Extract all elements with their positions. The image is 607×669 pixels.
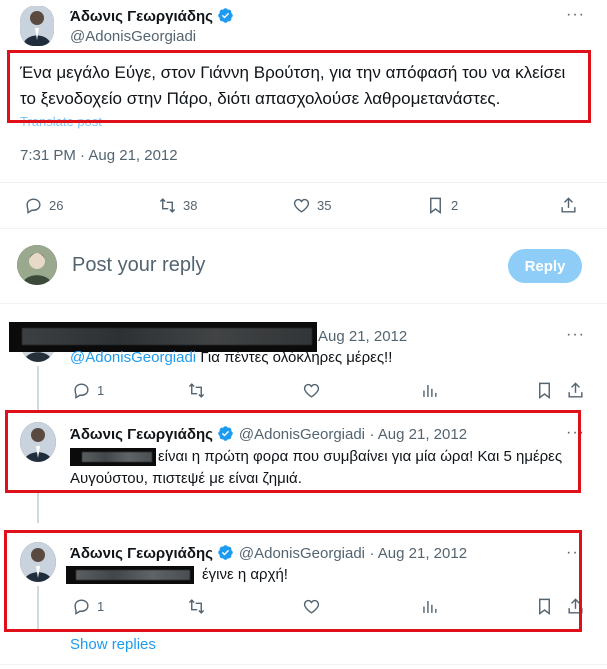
reply-icon bbox=[26, 198, 41, 214]
main-tweet-text: Ένα μεγάλο Εύγε, στον Γιάννη Βρούτση, γι… bbox=[20, 63, 566, 108]
main-author-name[interactable]: Άδωνις Γεωργιάδης bbox=[70, 8, 213, 25]
repost-count: 38 bbox=[183, 198, 198, 213]
reply1-date[interactable]: Aug 21, 2012 bbox=[318, 328, 407, 345]
reply2-text-line2: Αυγούστου, πιστεψέ με είναι ζημιά. bbox=[70, 470, 302, 487]
share-icon bbox=[568, 598, 583, 614]
thread-line bbox=[37, 366, 39, 410]
reply3-reply-count: 1 bbox=[97, 599, 105, 614]
reply3-date[interactable]: · Aug 21, 2012 bbox=[369, 545, 467, 562]
more-icon[interactable]: ··· bbox=[566, 544, 585, 562]
reply1-reply-action[interactable]: 1 bbox=[72, 381, 104, 400]
composer-avatar bbox=[17, 245, 57, 285]
reply2-author-name[interactable]: Άδωνις Γεωργιάδης bbox=[70, 426, 213, 443]
bookmark-icon bbox=[430, 197, 441, 215]
reply3-text: έγινε η αρχή! bbox=[202, 566, 288, 583]
share-action[interactable] bbox=[559, 196, 578, 215]
reply1-share-action[interactable] bbox=[566, 381, 585, 400]
divider bbox=[0, 303, 607, 304]
reply1-views-action[interactable] bbox=[420, 381, 439, 400]
redacted-name-blur bbox=[22, 328, 312, 345]
more-icon[interactable]: ··· bbox=[566, 6, 585, 24]
redacted-mention-blur bbox=[82, 452, 152, 462]
thread-line bbox=[37, 493, 39, 523]
share-icon bbox=[568, 382, 583, 398]
like-icon bbox=[303, 383, 320, 398]
main-tweet-timestamp[interactable]: 7:31 PM · Aug 21, 2012 bbox=[20, 147, 178, 164]
reply1-repost-action[interactable] bbox=[187, 381, 206, 400]
reply-button[interactable]: Reply bbox=[508, 249, 582, 283]
bookmark-icon bbox=[539, 382, 550, 400]
reply3-avatar[interactable] bbox=[20, 542, 56, 582]
bookmark-action[interactable]: 2 bbox=[426, 196, 458, 215]
share-icon bbox=[561, 197, 576, 213]
verified-badge-icon bbox=[217, 544, 234, 561]
like-icon bbox=[293, 198, 310, 213]
main-author-avatar[interactable] bbox=[20, 6, 54, 46]
verified-badge-icon bbox=[217, 7, 234, 24]
reply2-date[interactable]: · Aug 21, 2012 bbox=[369, 426, 467, 443]
repost-icon bbox=[159, 198, 176, 213]
reply2-avatar[interactable] bbox=[20, 422, 56, 462]
reply3-author-name[interactable]: Άδωνις Γεωργιάδης bbox=[70, 545, 213, 562]
bookmark-count: 2 bbox=[451, 198, 459, 213]
reply-icon bbox=[74, 383, 89, 399]
divider bbox=[0, 182, 607, 183]
reply3-like-action[interactable] bbox=[302, 597, 321, 616]
reply3-reply-action[interactable]: 1 bbox=[72, 597, 104, 616]
reply2-author-handle[interactable]: @AdonisGeorgiadi bbox=[239, 426, 365, 443]
more-icon[interactable]: ··· bbox=[566, 326, 585, 344]
like-icon bbox=[303, 599, 320, 614]
like-count: 35 bbox=[317, 198, 332, 213]
verified-badge-icon bbox=[217, 425, 234, 442]
repost-action[interactable]: 38 bbox=[158, 196, 197, 215]
reply2-header: Άδωνις Γεωργιάδης @AdonisGeorgiadi · Aug… bbox=[70, 425, 467, 444]
show-replies-link[interactable]: Show replies bbox=[70, 636, 156, 653]
thread-line bbox=[37, 586, 39, 632]
reply1-mention[interactable]: @AdonisGeorgiadi bbox=[70, 349, 196, 366]
reply-composer-input[interactable]: Post your reply bbox=[72, 254, 205, 277]
reply3-bookmark-action[interactable] bbox=[535, 597, 554, 616]
reply2-text-line1: είναι η πρώτη φορα που συμβαίνει για μία… bbox=[158, 448, 563, 465]
reply3-share-action[interactable] bbox=[566, 597, 585, 616]
reply1-bookmark-action[interactable] bbox=[535, 381, 554, 400]
reply1-like-action[interactable] bbox=[302, 381, 321, 400]
bookmark-icon bbox=[539, 598, 550, 616]
main-author-name-row: Άδωνις Γεωργιάδης bbox=[70, 7, 234, 26]
reply1-reply-count: 1 bbox=[97, 383, 105, 398]
reply1-text: Για πέντες ολόκληρες μέρες!! bbox=[200, 349, 393, 366]
repost-icon bbox=[188, 599, 205, 614]
divider bbox=[0, 664, 607, 665]
more-icon[interactable]: ··· bbox=[566, 424, 585, 442]
reply-icon bbox=[74, 599, 89, 615]
like-action[interactable]: 35 bbox=[292, 196, 331, 215]
translate-post-link[interactable]: Translate post bbox=[20, 114, 102, 129]
reply3-views-action[interactable] bbox=[420, 597, 439, 616]
views-icon bbox=[423, 384, 437, 397]
main-author-handle[interactable]: @AdonisGeorgiadi bbox=[70, 28, 196, 45]
repost-icon bbox=[188, 383, 205, 398]
divider bbox=[0, 228, 607, 229]
redacted-mention-blur bbox=[76, 570, 190, 580]
reply-count: 26 bbox=[49, 198, 64, 213]
reply-action[interactable]: 26 bbox=[24, 196, 63, 215]
reply3-author-handle[interactable]: @AdonisGeorgiadi bbox=[239, 545, 365, 562]
reply3-header: Άδωνις Γεωργιάδης @AdonisGeorgiadi · Aug… bbox=[70, 544, 467, 563]
reply1-text-row: @AdonisGeorgiadi Για πέντες ολόκληρες μέ… bbox=[70, 349, 392, 366]
reply3-repost-action[interactable] bbox=[187, 597, 206, 616]
views-icon bbox=[423, 600, 437, 613]
